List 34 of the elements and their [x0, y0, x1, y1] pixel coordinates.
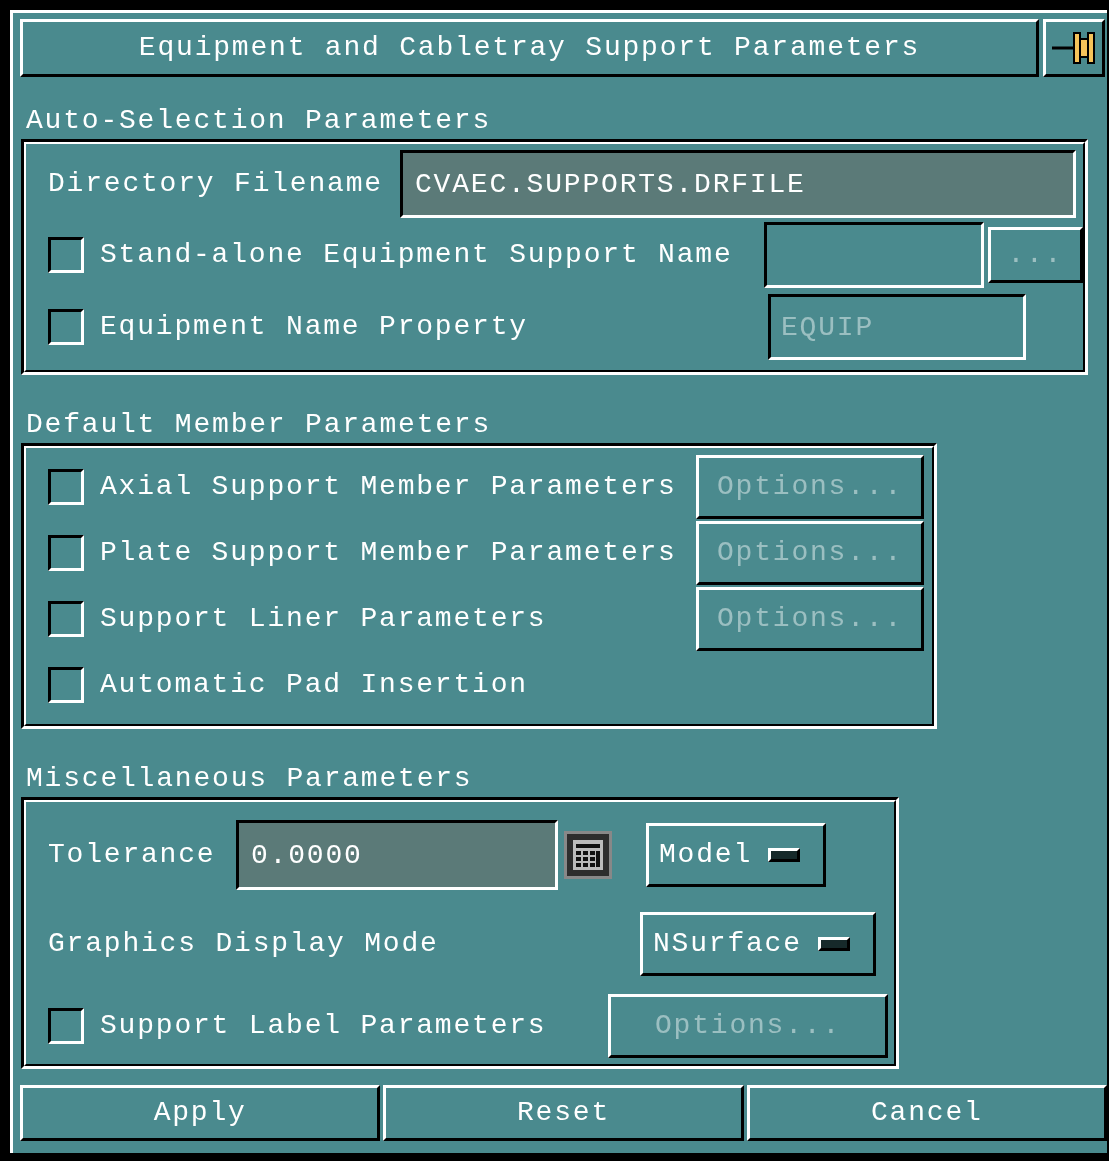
- menu-indicator-icon: [768, 848, 800, 862]
- checkbox[interactable]: [48, 1008, 84, 1044]
- directory-field[interactable]: CVAEC.SUPPORTS.DRFILE: [400, 150, 1076, 218]
- section-title: Default Member Parameters: [26, 408, 493, 442]
- option-menu[interactable]: NSurface: [640, 912, 876, 976]
- text-field[interactable]: [763, 222, 984, 288]
- field-label: Graphics Display Mode: [48, 927, 440, 961]
- checkbox[interactable]: [48, 601, 84, 637]
- checkbox-label: Automatic Pad Insertion: [100, 668, 529, 702]
- field-label: Directory Filename: [48, 167, 384, 201]
- checkbox[interactable]: [48, 469, 84, 505]
- pin-button[interactable]: [1043, 19, 1105, 77]
- section-title: Miscellaneous Parameters: [26, 762, 474, 796]
- option-menu[interactable]: Model: [646, 823, 826, 887]
- checkbox[interactable]: [48, 237, 84, 273]
- checkbox-label: Support Liner Parameters: [100, 602, 548, 636]
- checkbox-label: Plate Support Member Parameters: [100, 536, 678, 570]
- section-title: Auto-Selection Parameters: [26, 104, 493, 138]
- menu-indicator-icon: [817, 937, 850, 951]
- pin-icon: [1052, 30, 1096, 66]
- checkbox-label: Support Label Parameters: [100, 1009, 548, 1043]
- window-title: Equipment and Cabletray Support Parameters: [20, 19, 1039, 77]
- field-label: Tolerance: [48, 838, 217, 872]
- checkbox[interactable]: [48, 667, 84, 703]
- dialog-button[interactable]: Cancel: [746, 1085, 1107, 1141]
- tolerance-field[interactable]: 0.0000: [236, 820, 558, 890]
- checkbox[interactable]: [48, 535, 84, 571]
- checkbox[interactable]: [48, 309, 84, 345]
- checkbox-label: Stand-alone Equipment Support Name: [100, 238, 734, 272]
- checkbox-label: Equipment Name Property: [100, 310, 529, 344]
- dialog-button[interactable]: Reset: [383, 1085, 744, 1141]
- checkbox-label: Axial Support Member Parameters: [100, 470, 678, 504]
- calculator-icon[interactable]: [564, 831, 612, 879]
- dialog-button[interactable]: Apply: [20, 1085, 381, 1141]
